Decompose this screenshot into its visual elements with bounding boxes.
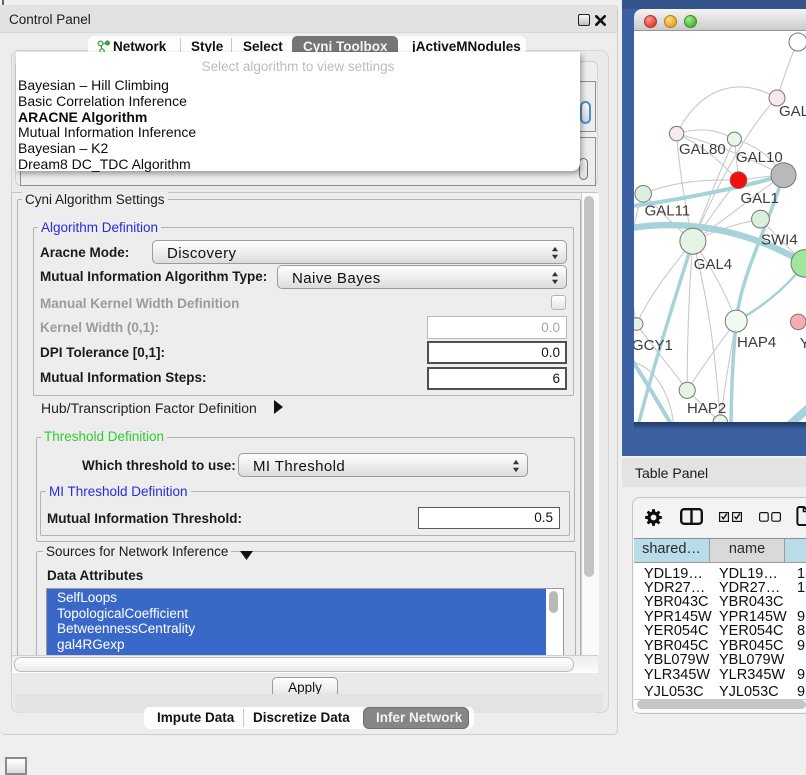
svg-text:GAL80: GAL80 bbox=[679, 141, 726, 158]
svg-text:HAP2: HAP2 bbox=[687, 400, 726, 417]
svg-text:GAL10: GAL10 bbox=[736, 149, 783, 166]
svg-text:GAL11: GAL11 bbox=[645, 203, 691, 220]
svg-text:Y: Y bbox=[800, 335, 806, 352]
svg-text:GCY1: GCY1 bbox=[634, 337, 673, 354]
svg-text:HAP4: HAP4 bbox=[737, 334, 776, 351]
svg-text:GAL1: GAL1 bbox=[741, 190, 779, 207]
svg-text:GAL4: GAL4 bbox=[694, 256, 732, 273]
svg-text:SWI4: SWI4 bbox=[761, 232, 798, 249]
svg-text:GAL2: GAL2 bbox=[779, 103, 806, 120]
